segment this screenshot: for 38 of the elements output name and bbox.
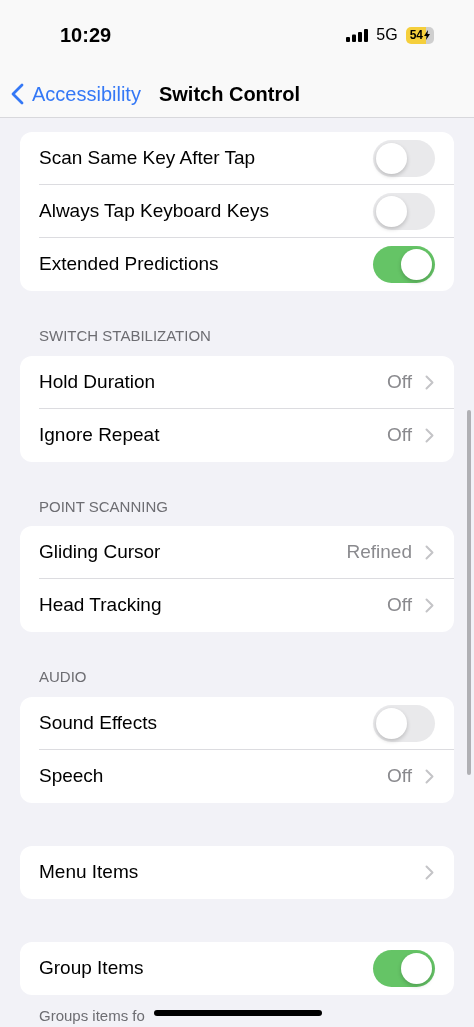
row-label[interactable]: Gliding Cursor bbox=[39, 538, 347, 567]
row-label: Sound Effects bbox=[39, 710, 158, 735]
section-header: SWITCH STABILIZATION bbox=[38, 326, 212, 346]
row-value: Off bbox=[387, 422, 412, 447]
page-title: Switch Control bbox=[158, 81, 301, 107]
row-value: Refined bbox=[346, 540, 412, 565]
toggle-switch[interactable] bbox=[373, 193, 435, 230]
section-header: AUDIO bbox=[38, 667, 88, 687]
toggle-switch[interactable] bbox=[373, 949, 435, 987]
status-time: 10:29 bbox=[60, 23, 112, 48]
chevron-icon bbox=[425, 545, 434, 560]
toggle-switch[interactable] bbox=[373, 246, 435, 283]
row-label: Extended Predictions bbox=[39, 252, 220, 277]
row-label: Always Tap Keyboard Keys bbox=[39, 199, 270, 224]
toggle-switch[interactable] bbox=[373, 704, 435, 742]
row-label[interactable]: Menu Items bbox=[39, 857, 425, 887]
row-label[interactable]: Hold Duration bbox=[39, 367, 387, 397]
signal-icon bbox=[346, 28, 369, 42]
row-value: Off bbox=[387, 369, 412, 394]
chevron-icon bbox=[425, 768, 434, 784]
chevron-icon bbox=[425, 864, 434, 880]
row-label: Group Items bbox=[39, 955, 145, 980]
chevron-icon bbox=[425, 598, 434, 613]
chevron-icon bbox=[425, 427, 434, 443]
row-label[interactable]: Speech bbox=[39, 761, 387, 791]
back-button[interactable]: Accessibility bbox=[11, 78, 141, 109]
chevron-icon bbox=[425, 374, 434, 390]
row-value: Off bbox=[387, 763, 412, 788]
battery-indicator: 54 bbox=[405, 26, 434, 44]
row-label[interactable]: Ignore Repeat bbox=[39, 420, 387, 450]
row-label: Scan Same Key After Tap bbox=[39, 146, 257, 171]
section-footer: Groups items fo bbox=[39, 1004, 145, 1027]
network-label: 5G bbox=[376, 25, 398, 45]
section-header: POINT SCANNING bbox=[38, 496, 169, 517]
back-chevron-icon bbox=[11, 82, 24, 105]
row-value: Off bbox=[387, 593, 412, 618]
toggle-switch[interactable] bbox=[373, 140, 435, 177]
row-label[interactable]: Head Tracking bbox=[39, 591, 387, 620]
